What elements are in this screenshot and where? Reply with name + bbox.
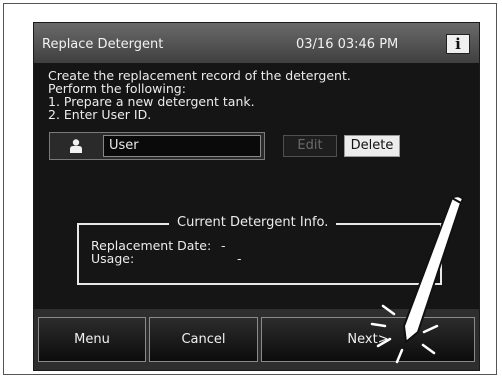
usage-row: Usage: - [91,251,242,266]
info-button[interactable]: i [446,34,470,54]
usage-value: - [237,251,242,266]
bottom-button-bar: Menu Cancel Next> [34,309,479,370]
instruction-line-4: 2. Enter User ID. [48,107,152,122]
delete-button[interactable]: Delete [344,135,400,157]
title-bar: Replace Detergent 03/16 03:46 PM i [34,23,479,63]
device-screen: Replace Detergent 03/16 03:46 PM i Creat… [33,22,480,371]
next-button[interactable]: Next> [261,317,475,362]
user-id-field[interactable]: User [103,135,261,157]
person-icon [70,139,82,153]
cancel-button-label: Cancel [181,332,226,347]
current-detergent-info-group: Current Detergent Info. Replacement Date… [77,215,442,285]
next-button-label: Next> [347,332,389,347]
user-id-group: User [49,132,265,160]
edit-button[interactable]: Edit [283,135,337,157]
replacement-date-value: - [221,238,226,253]
menu-button-label: Menu [74,332,110,347]
menu-button[interactable]: Menu [38,317,146,362]
usage-label: Usage: [91,251,135,266]
info-group-title: Current Detergent Info. [169,215,337,231]
content-area: Create the replacement record of the det… [34,63,479,309]
info-icon: i [455,35,461,53]
cancel-button[interactable]: Cancel [149,317,258,362]
date-time: 03/16 03:46 PM [296,37,399,52]
screen-title: Replace Detergent [42,37,164,52]
